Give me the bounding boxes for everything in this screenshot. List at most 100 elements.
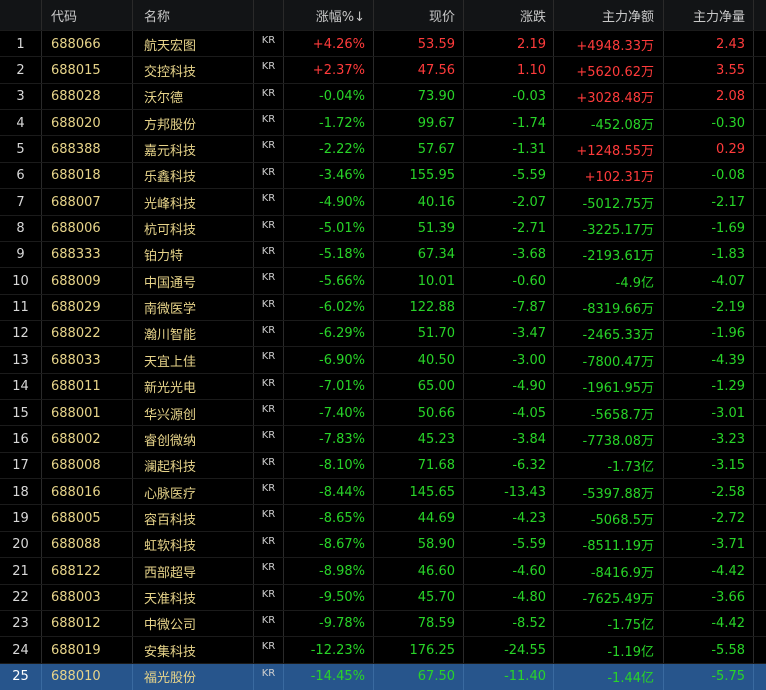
kr-tag: KR: [254, 400, 284, 427]
change: -4.90: [464, 373, 554, 400]
header-pad: [754, 0, 766, 30]
row-index: 2: [0, 57, 42, 84]
row-pad: [754, 110, 766, 136]
header-main-net-volume[interactable]: 主力净量: [664, 0, 754, 30]
table-row[interactable]: 7 688007 光峰科技 KR -4.90% 40.16 -2.07 -5012.75万 -2…: [0, 188, 766, 216]
main-net-volume: -3.23: [664, 426, 754, 453]
kr-tag: KR: [254, 637, 284, 664]
price: 46.60: [374, 558, 464, 585]
kr-tag: KR: [254, 241, 284, 268]
header-code[interactable]: 代码: [42, 0, 133, 30]
stock-code: 688018: [42, 162, 133, 189]
main-net-volume: -1.96: [664, 320, 754, 347]
row-index: 4: [0, 110, 42, 137]
stock-code: 688011: [42, 373, 133, 400]
table-row[interactable]: 4 688020 方邦股份 KR -1.72% 99.67 -1.74 -452.08万 -0.…: [0, 109, 766, 137]
change-percent: +2.37%: [284, 57, 374, 84]
row-index: 18: [0, 479, 42, 506]
main-net-volume: -2.19: [664, 294, 754, 321]
stock-name: 心脉医疗: [133, 479, 254, 506]
row-index: 13: [0, 347, 42, 374]
kr-tag: KR: [254, 83, 284, 110]
main-net-amount: +3028.48万: [554, 83, 664, 110]
main-net-amount: +1248.55万: [554, 136, 664, 163]
kr-tag: KR: [254, 268, 284, 295]
table-row[interactable]: 2 688015 交控科技 KR +2.37% 47.56 1.10 +5620.62万 3.5…: [0, 56, 766, 84]
table-row[interactable]: 12 688022 瀚川智能 KR -6.29% 51.70 -3.47 -2465.33万 -…: [0, 319, 766, 347]
table-row[interactable]: 18 688016 心脉医疗 KR -8.44% 145.65 -13.43 -5397.88…: [0, 478, 766, 506]
main-net-volume: -3.15: [664, 452, 754, 479]
change-percent: -4.90%: [284, 189, 374, 216]
main-net-amount: +4948.33万: [554, 31, 664, 57]
change: -8.52: [464, 610, 554, 637]
main-net-amount: -8416.9万: [554, 558, 664, 585]
table-row[interactable]: 19 688005 容百科技 KR -8.65% 44.69 -4.23 -5068.5万 -2…: [0, 504, 766, 532]
table-row[interactable]: 10 688009 中国通号 KR -5.66% 10.01 -0.60 -4.9亿 -4.07: [0, 267, 766, 295]
table-row[interactable]: 17 688008 澜起科技 KR -8.10% 71.68 -6.32 -1.73亿 -3.1…: [0, 451, 766, 479]
table-row[interactable]: 24 688019 安集科技 KR -12.23% 176.25 -24.55 -1.19亿 -…: [0, 636, 766, 664]
table-row[interactable]: 9 688333 铂力特 KR -5.18% 67.34 -3.68 -2193.61万 -1.…: [0, 240, 766, 268]
change: -0.60: [464, 268, 554, 295]
header-change-percent-sorted[interactable]: 涨幅%↓: [284, 0, 374, 30]
change-percent: -14.45%: [284, 663, 374, 690]
kr-tag: KR: [254, 663, 284, 690]
stock-name: 光峰科技: [133, 189, 254, 216]
main-net-amount: -5397.88万: [554, 479, 664, 506]
kr-tag: KR: [254, 31, 284, 57]
price: 78.59: [374, 610, 464, 637]
table-row[interactable]: 3 688028 沃尔德 KR -0.04% 73.90 -0.03 +3028.48万 2.0…: [0, 82, 766, 110]
change-percent: -8.98%: [284, 558, 374, 585]
kr-tag: KR: [254, 558, 284, 585]
table-row[interactable]: 22 688003 天准科技 KR -9.50% 45.70 -4.80 -7625.49万 -…: [0, 583, 766, 611]
row-pad: [754, 295, 766, 321]
header-change[interactable]: 涨跌: [464, 0, 554, 30]
change-percent: -5.18%: [284, 241, 374, 268]
table-row[interactable]: 13 688033 天宜上佳 KR -6.90% 40.50 -3.00 -7800.47万 -…: [0, 346, 766, 374]
main-net-amount: -1.19亿: [554, 637, 664, 664]
price: 176.25: [374, 637, 464, 664]
change: -13.43: [464, 479, 554, 506]
table-row[interactable]: 11 688029 南微医学 KR -6.02% 122.88 -7.87 -8319.66万…: [0, 293, 766, 321]
kr-tag: KR: [254, 584, 284, 611]
kr-tag: KR: [254, 136, 284, 163]
main-net-volume: -1.29: [664, 373, 754, 400]
header-main-net-amount[interactable]: 主力净额: [554, 0, 664, 30]
header-name[interactable]: 名称: [133, 0, 254, 30]
main-net-amount: -452.08万: [554, 110, 664, 137]
header-price[interactable]: 现价: [374, 0, 464, 30]
kr-tag: KR: [254, 373, 284, 400]
table-row[interactable]: 21 688122 西部超导 KR -8.98% 46.60 -4.60 -8416.9万 -4…: [0, 557, 766, 585]
row-pad: [754, 242, 766, 268]
stock-name: 方邦股份: [133, 110, 254, 137]
kr-tag: KR: [254, 110, 284, 137]
stock-code: 688028: [42, 83, 133, 110]
change: 2.19: [464, 31, 554, 57]
main-net-volume: 0.29: [664, 136, 754, 163]
main-net-amount: -8319.66万: [554, 294, 664, 321]
change: 1.10: [464, 57, 554, 84]
table-row[interactable]: 8 688006 杭可科技 KR -5.01% 51.39 -2.71 -3225.17万 -1…: [0, 214, 766, 242]
main-net-amount: +5620.62万: [554, 57, 664, 84]
table-row[interactable]: 16 688002 睿创微纳 KR -7.83% 45.23 -3.84 -7738.08万 -…: [0, 425, 766, 453]
row-index: 8: [0, 215, 42, 242]
kr-tag: KR: [254, 426, 284, 453]
table-header: 代码 名称 涨幅%↓ 现价 涨跌 主力净额 主力净量: [0, 0, 766, 30]
main-net-amount: -5012.75万: [554, 189, 664, 216]
table-row[interactable]: 15 688001 华兴源创 KR -7.40% 50.66 -4.05 -5658.7万 -3…: [0, 399, 766, 427]
table-row[interactable]: 20 688088 虹软科技 KR -8.67% 58.90 -5.59 -8511.19万 -…: [0, 530, 766, 558]
table-row[interactable]: 5 688388 嘉元科技 KR -2.22% 57.67 -1.31 +1248.55万 0.…: [0, 135, 766, 163]
change: -11.40: [464, 663, 554, 690]
table-row[interactable]: 6 688018 乐鑫科技 KR -3.46% 155.95 -5.59 +102.31万 -0…: [0, 161, 766, 189]
table-row[interactable]: 14 688011 新光光电 KR -7.01% 65.00 -4.90 -1961.95万 -…: [0, 372, 766, 400]
stock-code: 688088: [42, 531, 133, 558]
row-pad: [754, 347, 766, 373]
stock-code: 688066: [42, 31, 133, 57]
table-row[interactable]: 23 688012 中微公司 KR -9.78% 78.59 -8.52 -1.75亿 -4.4…: [0, 609, 766, 637]
table-row[interactable]: 25 688010 福光股份 KR -14.45% 67.50 -11.40 -1.44亿 -5…: [0, 662, 766, 690]
change: -7.87: [464, 294, 554, 321]
row-pad: [754, 637, 766, 663]
row-index: 22: [0, 584, 42, 611]
price: 155.95: [374, 162, 464, 189]
price: 65.00: [374, 373, 464, 400]
table-row[interactable]: 1 688066 航天宏图 KR +4.26% 53.59 2.19 +4948.33万 2.4…: [0, 30, 766, 57]
